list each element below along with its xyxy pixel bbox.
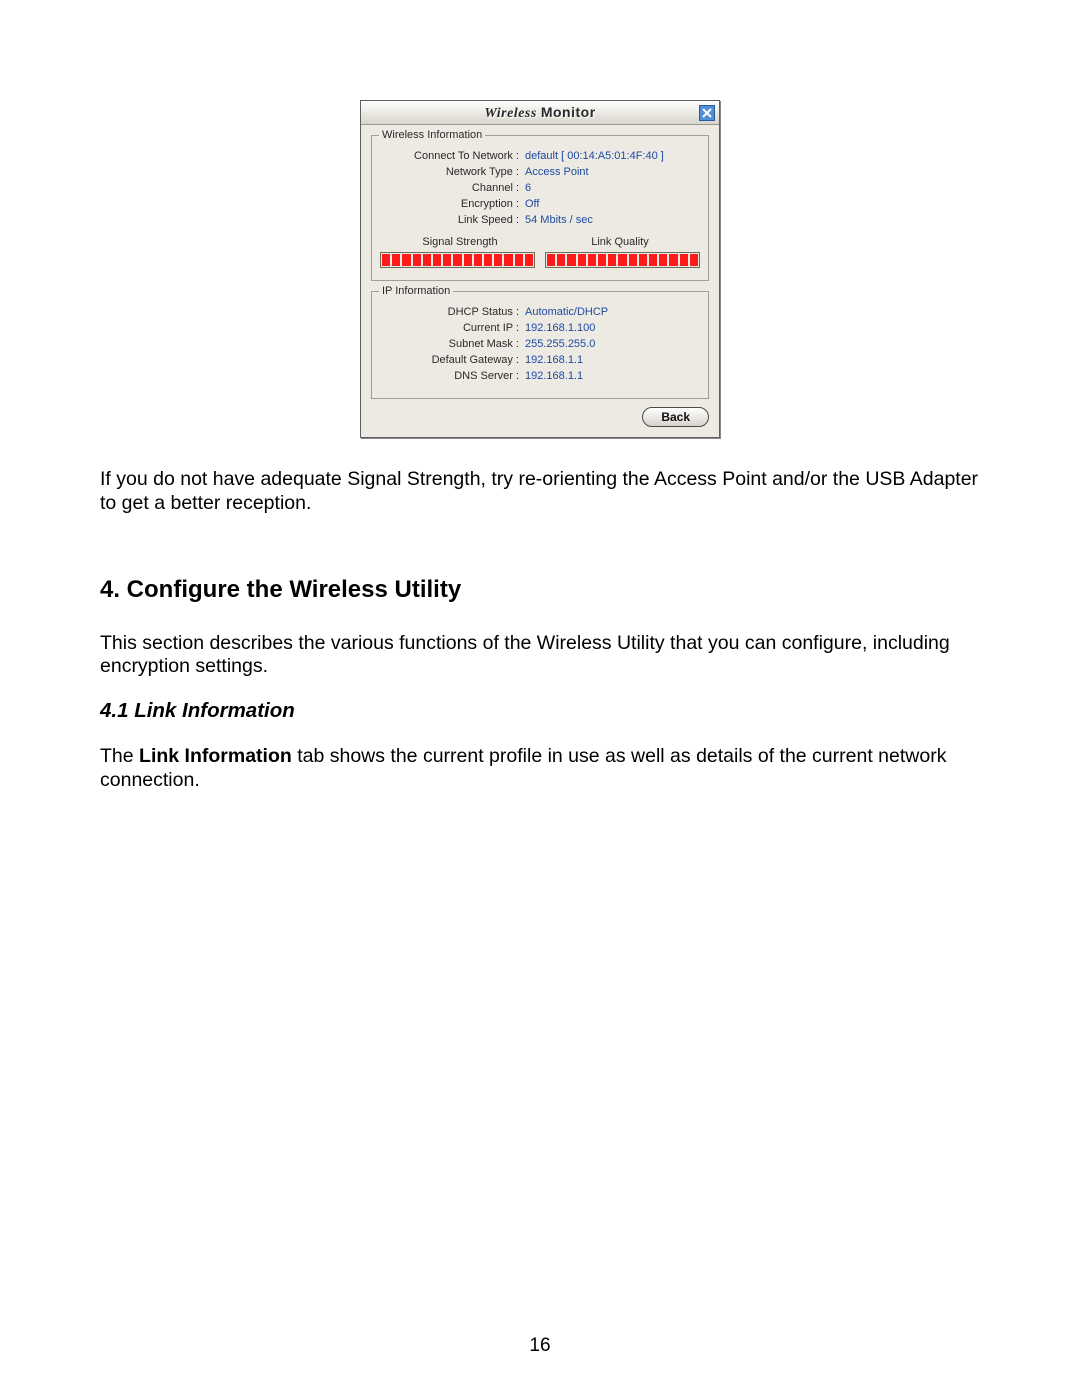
signal-strength-bar [380,252,535,268]
row-connect-to-network: Connect To Network : default [ 00:14:A5:… [380,150,700,162]
label-link-speed: Link Speed : [380,214,525,226]
page-number: 16 [0,1335,1080,1357]
doc-para-signal: If you do not have adequate Signal Stren… [100,468,980,516]
dialog-titlebar: Wireless Monitor [361,101,719,125]
value-channel: 6 [525,182,700,194]
value-network-type: Access Point [525,166,700,178]
label-dhcp-status: DHCP Status : [380,306,525,318]
row-dhcp-status: DHCP Status : Automatic/DHCP [380,306,700,318]
ip-info-legend: IP Information [379,285,453,297]
value-subnet-mask: 255.255.255.0 [525,338,700,350]
signal-strength-label: Signal Strength [380,236,540,248]
label-network-type: Network Type : [380,166,525,178]
bars-header: Signal Strength Link Quality [380,236,700,248]
close-icon [702,108,712,118]
value-link-speed: 54 Mbits / sec [525,214,700,226]
link-quality-label: Link Quality [540,236,700,248]
doc-para-section-intro: This section describes the various funct… [100,632,980,680]
row-dns-server: DNS Server : 192.168.1.1 [380,370,700,382]
label-current-ip: Current IP : [380,322,525,334]
dialog-title: Wireless Monitor [484,104,595,122]
row-current-ip: Current IP : 192.168.1.100 [380,322,700,334]
dialog-footer: Back [361,407,719,437]
link-quality-bar [545,252,700,268]
doc-para-link-info: The Link Information tab shows the curre… [100,745,980,793]
label-channel: Channel : [380,182,525,194]
row-default-gateway: Default Gateway : 192.168.1.1 [380,354,700,366]
bars-row [380,252,700,268]
value-current-ip: 192.168.1.100 [525,322,700,334]
title-monitor: Monitor [541,104,596,120]
value-default-gateway: 192.168.1.1 [525,354,700,366]
value-encryption: Off [525,198,700,210]
value-dns-server: 192.168.1.1 [525,370,700,382]
row-subnet-mask: Subnet Mask : 255.255.255.0 [380,338,700,350]
label-dns-server: DNS Server : [380,370,525,382]
value-connect-to-network: default [ 00:14:A5:01:4F:40 ] [525,150,700,162]
wireless-information-group: Wireless Information Connect To Network … [371,135,709,281]
row-network-type: Network Type : Access Point [380,166,700,178]
label-subnet-mask: Subnet Mask : [380,338,525,350]
ip-information-group: IP Information DHCP Status : Automatic/D… [371,291,709,399]
label-connect-to-network: Connect To Network : [380,150,525,162]
back-button[interactable]: Back [642,407,709,427]
para3-bold: Link Information [139,745,292,767]
para3-a: The [100,745,139,767]
wireless-info-legend: Wireless Information [379,129,485,141]
label-default-gateway: Default Gateway : [380,354,525,366]
label-encryption: Encryption : [380,198,525,210]
row-encryption: Encryption : Off [380,198,700,210]
heading-configure-wireless-utility: 4. Configure the Wireless Utility [100,576,980,604]
title-wireless: Wireless [484,106,536,121]
row-link-speed: Link Speed : 54 Mbits / sec [380,214,700,226]
row-channel: Channel : 6 [380,182,700,194]
close-button[interactable] [699,105,715,121]
heading-link-information: 4.1 Link Information [100,699,980,723]
wireless-monitor-dialog: Wireless Monitor Wireless Information Co… [360,100,720,438]
value-dhcp-status: Automatic/DHCP [525,306,700,318]
